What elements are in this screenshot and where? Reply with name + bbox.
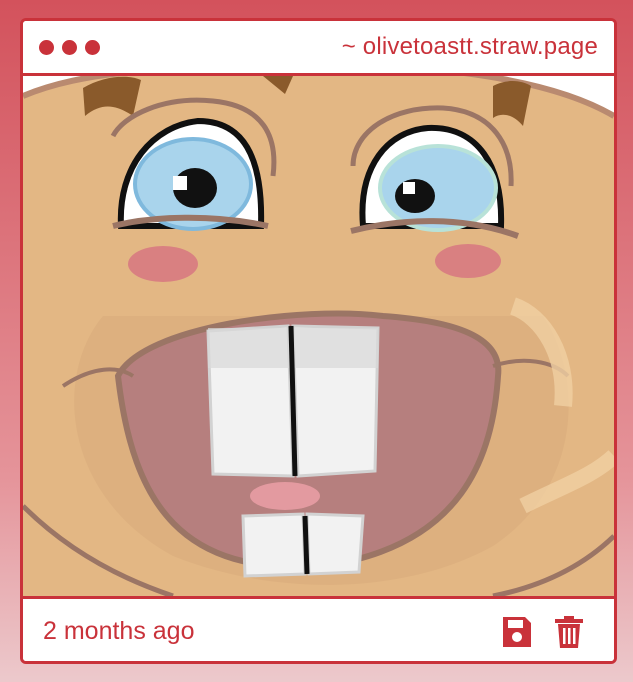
drawing-image [23, 76, 614, 596]
face-drawing [23, 76, 614, 596]
delete-button[interactable] [553, 615, 585, 649]
window-dot [62, 40, 77, 55]
window-dot [39, 40, 54, 55]
post-card: ~ olivetoastt.straw.page 2 months ago [20, 18, 617, 664]
floppy-disk-icon [503, 617, 531, 647]
site-url[interactable]: ~ olivetoastt.straw.page [342, 33, 598, 61]
card-titlebar: ~ olivetoastt.straw.page [23, 21, 614, 76]
post-timestamp: 2 months ago [43, 617, 195, 645]
card-footer: 2 months ago [23, 596, 614, 661]
window-dot [85, 40, 100, 55]
trash-can-icon [555, 616, 583, 648]
save-button[interactable] [501, 615, 533, 649]
window-controls [39, 40, 100, 55]
